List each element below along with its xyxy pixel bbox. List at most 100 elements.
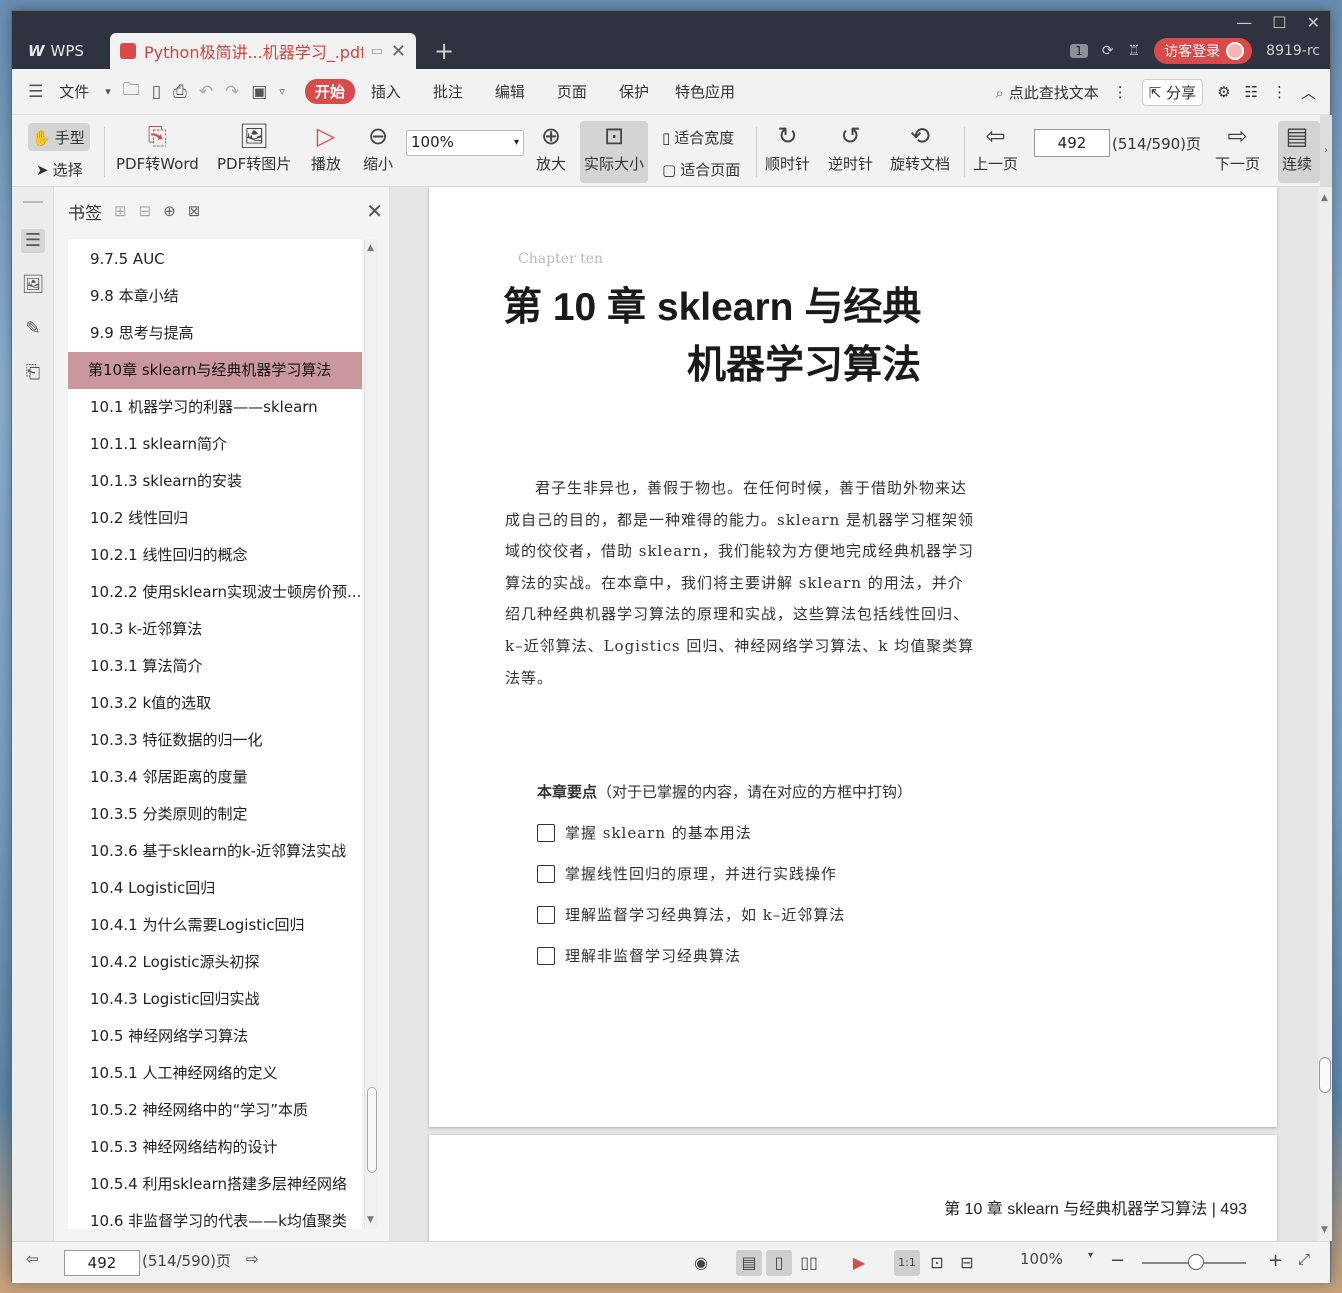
zoom-slider-knob[interactable] <box>1188 1254 1204 1270</box>
bookmark-item[interactable]: 10.3.3 特征数据的归一化 <box>68 722 362 759</box>
bookmark-item[interactable]: 10.3.5 分类原则的制定 <box>68 796 362 833</box>
select-tool-button[interactable]: ➤ 选择 <box>36 159 83 180</box>
document-tab[interactable]: Python极简讲...机器学习_.pdf ▭ ✕ <box>110 33 416 69</box>
window-count-badge[interactable]: 1 <box>1070 44 1088 58</box>
sync-icon[interactable]: ⟳ <box>1102 43 1114 59</box>
bookmark-item[interactable]: 10.3 k-近邻算法 <box>68 611 362 648</box>
continuous-page-icon[interactable]: ▤ <box>736 1250 762 1276</box>
bookmark-item[interactable]: 10.4 Logistic回归 <box>68 870 362 907</box>
bookmark-item[interactable]: 10.5.2 神经网络中的“学习”本质 <box>68 1092 362 1129</box>
more-dropdown-icon[interactable]: ▿ <box>273 85 291 98</box>
status-prev-page-icon[interactable]: ⇦ <box>26 1250 39 1268</box>
page-number-input[interactable]: 492 <box>1034 129 1110 157</box>
play-button[interactable]: ▷ 播放 <box>311 119 341 174</box>
more-vertical-icon[interactable]: ⋮ <box>1272 83 1287 101</box>
bookmark-item[interactable]: 10.2.1 线性回归的概念 <box>68 537 362 574</box>
bookmark-item[interactable]: 10.1.3 sklearn的安装 <box>68 463 362 500</box>
document-scrollbar[interactable]: ▲ ▼ <box>1318 187 1332 1241</box>
bookmark-item[interactable]: 10.3.4 邻居距离的度量 <box>68 759 362 796</box>
bookmark-scroll-thumb[interactable] <box>367 1087 377 1173</box>
tab-page[interactable]: 页面 <box>541 81 603 102</box>
tab-insert[interactable]: 插入 <box>355 81 417 102</box>
bookmark-item[interactable]: 10.4.1 为什么需要Logistic回归 <box>68 907 362 944</box>
single-page-icon[interactable]: ▯ <box>766 1250 792 1276</box>
login-button[interactable]: 访客登录 <box>1154 38 1253 64</box>
bookmark-item[interactable]: 10.3.6 基于sklearn的k-近邻算法实战 <box>68 833 362 870</box>
expand-all-icon[interactable]: ⊞ <box>114 202 127 220</box>
comment-icon[interactable]: ☷ <box>1245 83 1258 101</box>
previous-page-button[interactable]: ⇦ 上一页 <box>973 119 1018 174</box>
file-menu[interactable]: 文件 <box>49 81 99 102</box>
redo-icon[interactable]: ↷ <box>219 82 245 102</box>
print-icon[interactable]: ⎙ <box>167 82 193 102</box>
bookmark-scrollbar[interactable]: ▲ ▼ <box>364 239 378 1229</box>
tab-edit[interactable]: 编辑 <box>479 81 541 102</box>
next-page-button[interactable]: ⇨ 下一页 <box>1215 119 1260 174</box>
bookmark-item[interactable]: 10.3.1 算法简介 <box>68 648 362 685</box>
chevron-down-icon[interactable]: ▾ <box>99 85 117 98</box>
tab-annotate[interactable]: 批注 <box>417 81 479 102</box>
hand-tool-button[interactable]: ✋ 手型 <box>32 127 85 148</box>
zoom-dropdown-icon[interactable]: ▾ <box>1088 1250 1093 1261</box>
export-image-icon[interactable]: ▣ <box>245 82 273 102</box>
open-folder-icon[interactable]: 🗀 <box>117 77 146 106</box>
bookmark-item[interactable]: 10.5.1 人工神经网络的定义 <box>68 1055 362 1092</box>
bookmark-item[interactable]: 10.6 非监督学习的代表——k均值聚类 <box>68 1203 362 1229</box>
annotation-panel-icon[interactable]: ✎ <box>21 317 45 341</box>
close-panel-icon[interactable]: ✕ <box>366 199 383 223</box>
bookmark-item[interactable]: 10.2.2 使用sklearn实现波士顿房价预... <box>68 574 362 611</box>
status-page-input[interactable]: 492 <box>64 1250 140 1276</box>
tab-protect[interactable]: 保护 <box>603 81 665 102</box>
search-text-button[interactable]: ⌕ 点此查找文本 <box>996 82 1099 103</box>
share-button[interactable]: ⇱ 分享 <box>1141 78 1204 106</box>
skin-icon[interactable]: ♖ <box>1128 43 1141 59</box>
doc-scroll-up-icon[interactable]: ▲ <box>1321 193 1328 203</box>
tab-start[interactable]: 开始 <box>304 79 355 104</box>
bookmark-item[interactable]: 10.1 机器学习的利器——sklearn <box>68 389 362 426</box>
bookmark-settings-icon[interactable]: ⊠ <box>188 202 201 220</box>
zoom-plus-icon[interactable]: + <box>1268 1250 1283 1271</box>
status-next-page-icon[interactable]: ⇨ <box>246 1250 259 1268</box>
scroll-down-icon[interactable]: ▼ <box>367 1215 374 1225</box>
close-tab-icon[interactable]: ✕ <box>391 41 406 62</box>
kebab-icon[interactable]: ⋮ <box>1113 83 1128 101</box>
bookmark-item[interactable]: 10.2 线性回归 <box>68 500 362 537</box>
attachment-panel-icon[interactable]: ⎗ <box>21 361 45 385</box>
document-viewport[interactable]: Chapter ten 第 10 章 sklearn 与经典 机器学习算法 君子… <box>390 187 1318 1241</box>
bookmark-item[interactable]: 9.8 本章小结 <box>68 278 362 315</box>
rotate-counterclockwise-button[interactable]: ↺ 逆时针 <box>828 119 873 174</box>
rotate-document-button[interactable]: ⟲ 旋转文档 <box>890 119 950 174</box>
bookmark-item[interactable]: 10.5 神经网络学习算法 <box>68 1018 362 1055</box>
new-tab-button[interactable]: + <box>434 37 454 65</box>
doc-scroll-down-icon[interactable]: ▼ <box>1321 1225 1328 1235</box>
tab-special[interactable]: 特色应用 <box>665 81 745 102</box>
zoom-out-button[interactable]: ⊖ 缩小 <box>363 119 393 174</box>
collapse-ribbon-icon[interactable]: ︿ <box>1301 82 1316 103</box>
screen-icon[interactable]: ▭ <box>371 44 383 59</box>
actual-size-button[interactable]: ⊡ 实际大小 <box>584 119 644 174</box>
zoom-in-button[interactable]: ⊕ 放大 <box>536 119 566 174</box>
fullscreen-icon[interactable]: ⤢ <box>1298 1250 1310 1268</box>
maximize-icon[interactable]: ☐ <box>1272 13 1286 32</box>
thumbnail-panel-icon[interactable]: 🖼 <box>21 273 45 297</box>
fit-page-button[interactable]: ▢ 适合页面 <box>662 159 740 180</box>
bookmark-panel-icon[interactable]: ☰ <box>21 229 45 253</box>
pdf-to-word-button[interactable]: ⎘ PDF转Word <box>116 119 199 174</box>
continuous-view-button[interactable]: ▤ 连续 <box>1282 119 1312 174</box>
collapse-all-icon[interactable]: ⊟ <box>139 202 152 220</box>
minimize-icon[interactable]: — <box>1236 13 1252 32</box>
actual-size-status-icon[interactable]: 1:1 <box>894 1250 920 1276</box>
bookmark-item[interactable]: 10.4.3 Logistic回归实战 <box>68 981 362 1018</box>
bookmark-item[interactable]: 9.7.5 AUC <box>68 241 362 278</box>
bookmark-item[interactable]: 10.5.3 神经网络结构的设计 <box>68 1129 362 1166</box>
wps-home-tab[interactable]: W WPS <box>16 33 110 69</box>
close-window-icon[interactable]: ✕ <box>1307 13 1320 32</box>
bookmark-item[interactable]: 9.9 思考与提高 <box>68 315 362 352</box>
two-page-icon[interactable]: ▯▯ <box>796 1250 822 1276</box>
settings-gear-icon[interactable]: ⚙ <box>1217 83 1230 101</box>
play-slideshow-icon[interactable]: ▶ <box>846 1250 872 1276</box>
fit-width-status-icon[interactable]: ⊟ <box>954 1250 980 1276</box>
bookmark-item[interactable]: 10.3.2 k值的选取 <box>68 685 362 722</box>
eye-protection-icon[interactable]: ◉ <box>688 1250 714 1276</box>
pdf-to-image-button[interactable]: 🖼 PDF转图片 <box>217 119 291 174</box>
